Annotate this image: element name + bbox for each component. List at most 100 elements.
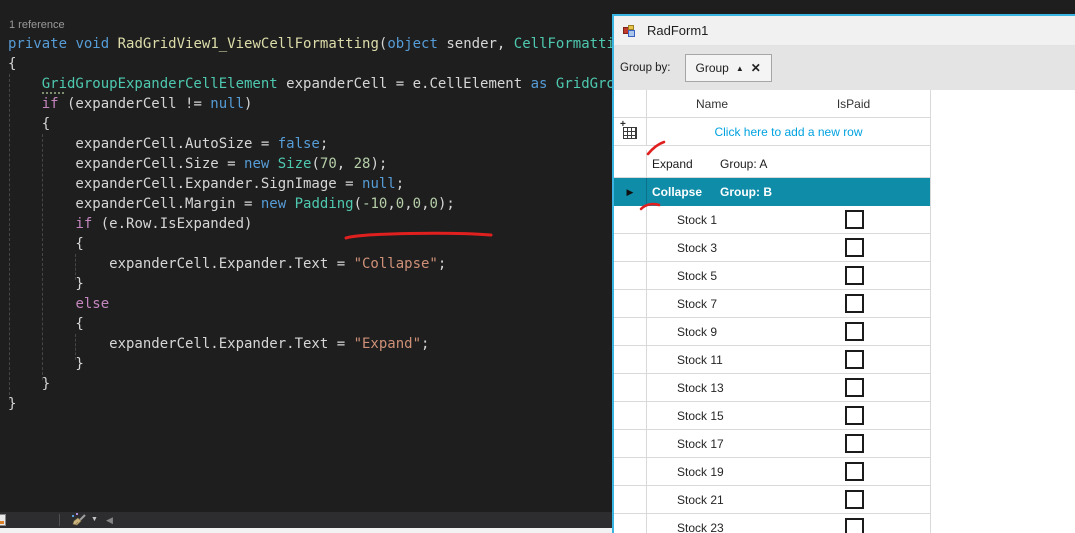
- stock-row[interactable]: Stock 7: [614, 290, 930, 318]
- stock-row-label: Stock 11: [677, 352, 723, 367]
- plus-icon: +: [620, 119, 626, 130]
- ispaid-checkbox[interactable]: [844, 518, 864, 533]
- code-line: {: [8, 316, 84, 332]
- stock-row[interactable]: Stock 11: [614, 346, 930, 374]
- stock-row-label: Stock 23: [677, 520, 724, 533]
- row-indicator-cell: [614, 458, 647, 485]
- code-line: expanderCell.Margin = new Padding(-10,0,…: [8, 196, 455, 212]
- scrollbar-left-arrow[interactable]: ◀: [106, 512, 113, 528]
- code-line: {: [8, 56, 17, 72]
- stock-row[interactable]: Stock 13: [614, 374, 930, 402]
- stock-row[interactable]: Stock 21: [614, 486, 930, 514]
- add-new-row[interactable]: + Click here to add a new row: [614, 118, 930, 146]
- stock-row-label: Stock 9: [677, 324, 718, 339]
- sort-ascending-icon[interactable]: ▲: [736, 64, 744, 73]
- window-title: RadForm1: [647, 23, 709, 38]
- stock-row[interactable]: Stock 15: [614, 402, 930, 430]
- group-chip-label: Group: [695, 61, 729, 75]
- stock-row[interactable]: Stock 19: [614, 458, 930, 486]
- code-line: expanderCell.Expander.SignImage = null;: [8, 176, 405, 192]
- stock-row[interactable]: Stock 3: [614, 234, 930, 262]
- ispaid-checkbox[interactable]: [844, 434, 864, 453]
- stock-row[interactable]: Stock 1: [614, 206, 930, 234]
- ispaid-checkbox[interactable]: [844, 322, 864, 341]
- code-line: expanderCell.Expander.Text = "Expand";: [8, 336, 430, 352]
- current-row-indicator-cell: ▶: [614, 178, 647, 206]
- code-line: expanderCell.AutoSize = false;: [8, 136, 329, 152]
- code-line: if (e.Row.IsExpanded): [75, 216, 253, 232]
- chevron-down-icon[interactable]: ▼: [91, 511, 98, 529]
- group-row-b-selected[interactable]: ▶ Collapse Group: B: [614, 178, 930, 206]
- column-header-ispaid[interactable]: IsPaid: [777, 90, 930, 117]
- ispaid-checkbox[interactable]: [844, 350, 864, 369]
- code-block: private void RadGridView1_ViewCellFormat…: [8, 34, 612, 414]
- editor-bottom-light-strip: [0, 528, 612, 533]
- ispaid-checkbox[interactable]: [844, 294, 864, 313]
- code-line: expanderCell.Expander.Text = "Collapse";: [8, 256, 447, 272]
- row-indicator-cell: [614, 346, 647, 373]
- current-row-arrow-icon: ▶: [626, 186, 634, 197]
- stock-row-label: Stock 5: [677, 268, 718, 283]
- document-health-icon[interactable]: [0, 514, 6, 526]
- row-indicator-cell: [614, 234, 647, 261]
- ispaid-cell: [778, 402, 930, 429]
- ispaid-cell: [778, 514, 930, 533]
- stock-row[interactable]: Stock 23: [614, 514, 930, 533]
- ispaid-checkbox[interactable]: [844, 406, 864, 425]
- codelens-references[interactable]: 1 reference: [9, 19, 65, 31]
- add-new-row-link[interactable]: Click here to add a new row: [647, 118, 930, 145]
- stock-row-label: Stock 19: [677, 464, 724, 479]
- stock-row-label: Stock 1: [677, 212, 718, 227]
- ispaid-checkbox[interactable]: [844, 490, 864, 509]
- stock-row[interactable]: Stock 9: [614, 318, 930, 346]
- code-line: }: [8, 376, 51, 392]
- remove-group-icon[interactable]: ✕: [751, 61, 761, 75]
- code-line: }: [8, 276, 84, 292]
- ispaid-cell: [778, 374, 930, 401]
- stock-row[interactable]: Stock 5: [614, 262, 930, 290]
- code-line: if (expanderCell != null): [41, 96, 253, 112]
- ispaid-cell: [778, 346, 930, 373]
- group-b-label: Group: B: [720, 185, 772, 199]
- column-header-name[interactable]: Name: [647, 90, 777, 117]
- ispaid-checkbox[interactable]: [844, 266, 864, 285]
- code-line: expanderCell.Size = new Size(70, 28);: [8, 156, 388, 172]
- group-descriptor-chip[interactable]: Group ▲ ✕: [684, 54, 772, 82]
- radform-window: RadForm1 Group by: Group ▲ ✕ Name IsPaid…: [612, 14, 1075, 533]
- row-indicator-cell: [614, 318, 647, 345]
- grid-header-row: Name IsPaid: [614, 90, 930, 118]
- row-indicator-cell: [614, 374, 647, 401]
- screen: 1 reference private void RadGridView1_Vi…: [0, 0, 1075, 533]
- row-indicator-cell: [614, 290, 647, 317]
- stock-row-label: Stock 17: [677, 436, 724, 451]
- winforms-app-icon[interactable]: [623, 24, 637, 38]
- code-line: GridGroupExpanderCellElement expanderCel…: [41, 76, 612, 92]
- bottom-bar-separator: [59, 514, 60, 526]
- ispaid-cell: [778, 290, 930, 317]
- window-titlebar[interactable]: RadForm1: [614, 16, 1075, 46]
- ispaid-checkbox[interactable]: [844, 462, 864, 481]
- stock-row[interactable]: Stock 17: [614, 430, 930, 458]
- stock-row-label: Stock 21: [677, 492, 724, 507]
- group-a-label: Group: A: [720, 156, 768, 171]
- code-line: }: [8, 356, 84, 372]
- ispaid-cell: [778, 206, 930, 233]
- row-indicator-cell: [614, 402, 647, 429]
- row-indicator-cell: [614, 262, 647, 289]
- row-indicator-cell: [614, 514, 647, 533]
- broom-icon: [72, 512, 86, 525]
- ispaid-checkbox[interactable]: [844, 238, 864, 257]
- stock-row-label: Stock 3: [677, 240, 718, 255]
- ispaid-cell: [778, 234, 930, 261]
- ispaid-checkbox[interactable]: [844, 378, 864, 397]
- expander-text-collapse[interactable]: Collapse: [652, 185, 716, 199]
- group-by-panel: Group by: Group ▲ ✕: [614, 46, 1075, 90]
- group-row-a[interactable]: Expand Group: A: [614, 150, 930, 178]
- ispaid-checkbox[interactable]: [844, 210, 864, 229]
- expander-text-expand[interactable]: Expand: [652, 157, 716, 171]
- code-cleanup-button[interactable]: ▼: [70, 511, 104, 529]
- grid-rows: Stock 1 Stock 3 Stock 5 Stock 7 Stock 9 …: [614, 206, 930, 533]
- ispaid-cell: [778, 262, 930, 289]
- code-line: }: [8, 396, 17, 412]
- stock-row-label: Stock 7: [677, 296, 718, 311]
